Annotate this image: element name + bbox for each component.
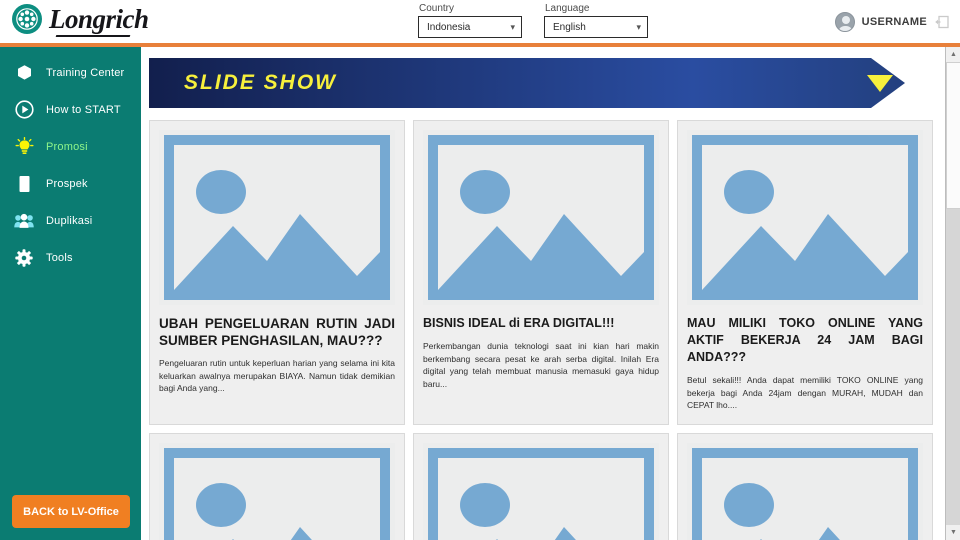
sidebar: Training Center How to START Promosi Pro… bbox=[0, 47, 141, 540]
sidebar-item-label: Duplikasi bbox=[46, 214, 93, 227]
back-to-lv-office-button[interactable]: BACK to LV-Office bbox=[12, 495, 130, 528]
chevron-down-icon: ▾ bbox=[636, 21, 641, 32]
triangle-down-icon[interactable] bbox=[867, 75, 893, 92]
slide-card-body: Betul sekali!!! Anda dapat memiliki TOKO… bbox=[687, 375, 923, 410]
image-placeholder-icon bbox=[423, 442, 659, 540]
gear-icon bbox=[14, 248, 34, 268]
user-area[interactable]: USERNAME bbox=[834, 12, 950, 32]
slide-card-body: Pengeluaran rutin untuk keperluan harian… bbox=[159, 358, 395, 393]
language-select[interactable]: English ▾ bbox=[544, 16, 648, 38]
locale-selectors: Country Indonesia ▾ Language English ▾ bbox=[418, 3, 648, 38]
image-placeholder-icon bbox=[687, 442, 923, 540]
image-placeholder-icon bbox=[159, 442, 395, 540]
language-selector-group: Language English ▾ bbox=[544, 3, 648, 38]
sidebar-item-prospek[interactable]: Prospek bbox=[0, 165, 141, 202]
language-label: Language bbox=[545, 3, 590, 14]
image-placeholder-icon bbox=[423, 130, 659, 305]
top-header: Longrich Country Indonesia ▾ Language En… bbox=[0, 0, 960, 44]
country-selector-group: Country Indonesia ▾ bbox=[418, 3, 522, 38]
sidebar-item-label: Tools bbox=[46, 251, 73, 264]
logout-icon[interactable] bbox=[934, 14, 950, 30]
country-value: Indonesia bbox=[427, 21, 471, 33]
play-circle-icon bbox=[14, 100, 34, 120]
sidebar-item-label: Promosi bbox=[46, 140, 88, 153]
username-label: USERNAME bbox=[861, 16, 927, 28]
chevron-down-icon: ▾ bbox=[510, 21, 515, 32]
slide-card[interactable] bbox=[413, 432, 669, 540]
slide-show-title: SLIDE SHOW bbox=[184, 71, 338, 94]
people-group-icon bbox=[14, 211, 34, 231]
slide-show-banner-bar: SLIDE SHOW bbox=[149, 58, 905, 108]
sidebar-item-promosi[interactable]: Promosi bbox=[0, 128, 141, 165]
lightbulb-icon bbox=[14, 137, 34, 157]
sidebar-menu: Training Center How to START Promosi Pro… bbox=[0, 54, 141, 276]
slide-card[interactable]: UBAH PENGELUARAN RUTIN JADI SUMBER PENGH… bbox=[149, 120, 405, 425]
sidebar-item-label: Prospek bbox=[46, 177, 88, 190]
scroll-down-arrow-icon[interactable]: ▼ bbox=[946, 525, 960, 540]
sidebar-item-label: Training Center bbox=[46, 66, 125, 79]
slide-card-title: MAU MILIKI TOKO ONLINE YANG AKTIF BEKERJ… bbox=[687, 316, 923, 364]
sidebar-item-how-to-start[interactable]: How to START bbox=[0, 91, 141, 128]
user-avatar-icon bbox=[834, 12, 855, 32]
slide-card-body: Perkembangan dunia teknologi saat ini ki… bbox=[423, 341, 659, 389]
scroll-up-glyph: ▲ bbox=[950, 51, 957, 58]
slide-card-title: UBAH PENGELUARAN RUTIN JADI SUMBER PENGH… bbox=[159, 316, 395, 348]
image-placeholder-icon bbox=[687, 130, 923, 305]
scroll-up-arrow-icon[interactable]: ▲ bbox=[946, 47, 960, 62]
brand-logo[interactable]: Longrich bbox=[12, 4, 149, 37]
sidebar-item-label: How to START bbox=[46, 103, 121, 116]
brand-underline bbox=[55, 35, 131, 37]
slide-card-grid: UBAH PENGELUARAN RUTIN JADI SUMBER PENGH… bbox=[141, 120, 945, 540]
main-content: SLIDE SHOW UBAH PENGELUARAN RUTIN JADI S… bbox=[141, 47, 945, 540]
language-value: English bbox=[553, 21, 586, 33]
slide-card[interactable] bbox=[149, 432, 405, 540]
country-label: Country bbox=[419, 3, 455, 14]
scroll-down-glyph: ▼ bbox=[950, 529, 957, 536]
page-scrollbar[interactable]: ▲ ▼ bbox=[945, 47, 960, 540]
slide-card-title: BISNIS IDEAL di ERA DIGITAL!!! bbox=[423, 316, 615, 330]
sidebar-item-training-center[interactable]: Training Center bbox=[0, 54, 141, 91]
country-select[interactable]: Indonesia ▾ bbox=[418, 16, 522, 38]
slide-card[interactable]: BISNIS IDEAL di ERA DIGITAL!!! Perkemban… bbox=[413, 120, 669, 425]
sidebar-item-tools[interactable]: Tools bbox=[0, 239, 141, 276]
sidebar-item-duplikasi[interactable]: Duplikasi bbox=[0, 202, 141, 239]
slide-card[interactable]: MAU MILIKI TOKO ONLINE YANG AKTIF BEKERJ… bbox=[677, 120, 933, 425]
scrollbar-thumb[interactable] bbox=[946, 62, 960, 209]
cube-icon bbox=[14, 63, 34, 83]
slide-show-banner: SLIDE SHOW bbox=[149, 58, 945, 120]
flower-logo-icon bbox=[12, 4, 42, 34]
brand-name: Longrich bbox=[49, 4, 149, 34]
document-icon bbox=[14, 174, 34, 194]
image-placeholder-icon bbox=[159, 130, 395, 305]
slide-card[interactable] bbox=[677, 432, 933, 540]
